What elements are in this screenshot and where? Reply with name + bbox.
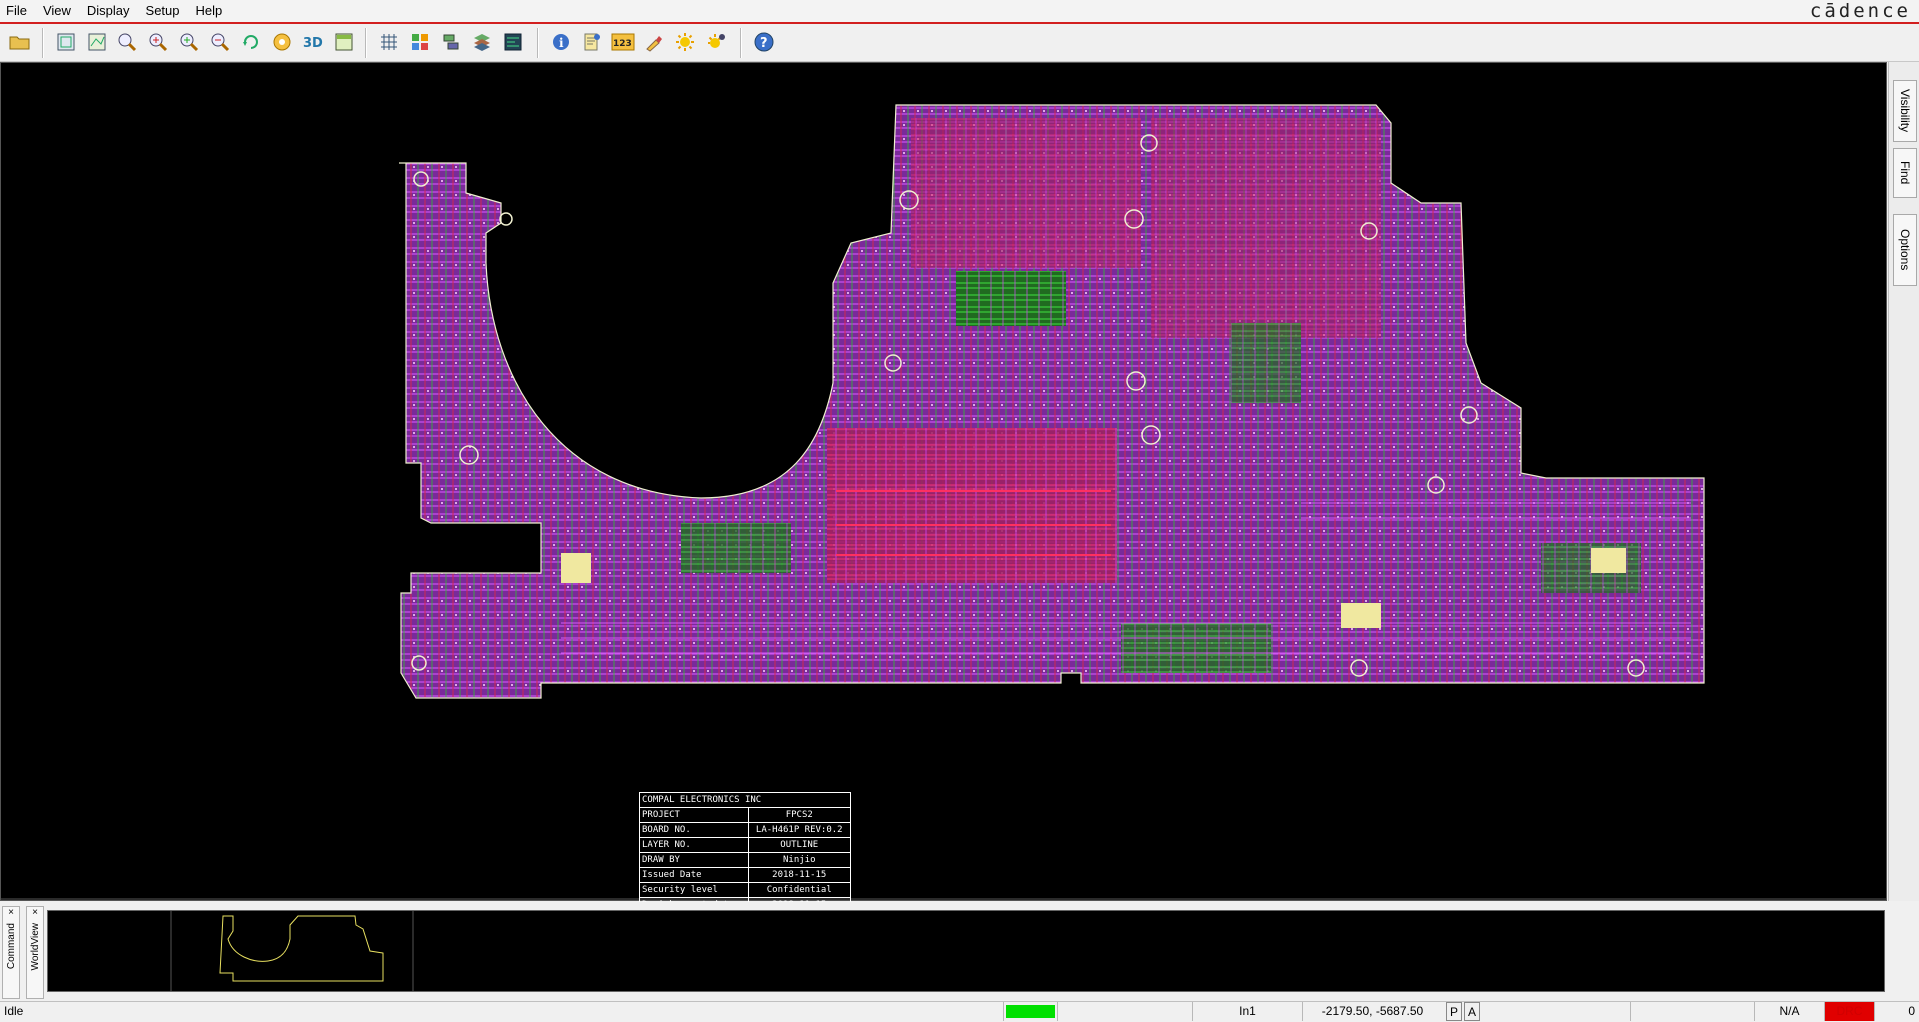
zoom-in-icon[interactable]	[146, 30, 170, 54]
report-icon[interactable]	[580, 30, 604, 54]
cpu-footprint	[956, 271, 1066, 326]
color-icon[interactable]	[408, 30, 432, 54]
board-icon[interactable]	[501, 30, 525, 54]
pcb-canvas[interactable]: COMPAL ELECTRONICS INC PROJECT FPCS2 BOAR…	[0, 62, 1887, 913]
title-value: OUTLINE	[747, 837, 852, 853]
status-layer: In1	[1192, 1002, 1302, 1021]
drawing-title-block: COMPAL ELECTRONICS INC PROJECT FPCS2 BOAR…	[639, 792, 852, 913]
drc-count: 0	[1874, 1002, 1919, 1021]
close-icon[interactable]: ×	[8, 907, 14, 919]
tab-find[interactable]: Find	[1893, 148, 1917, 198]
tab-options[interactable]: Options	[1893, 214, 1917, 286]
zoom-fit-icon[interactable]	[54, 30, 78, 54]
menu-display[interactable]: Display	[79, 0, 138, 22]
title-label: BOARD NO.	[639, 822, 749, 838]
command-label: Command	[5, 923, 17, 970]
title-value: Confidential	[747, 882, 852, 898]
title-label: LAYER NO.	[639, 837, 749, 853]
cadence-logo: cādence	[1809, 0, 1911, 22]
zoom-center-icon[interactable]	[270, 30, 294, 54]
worldview-label: WorldView	[29, 923, 41, 971]
grid-icon[interactable]	[377, 30, 401, 54]
zoom-points-icon[interactable]	[177, 30, 201, 54]
menu-setup[interactable]: Setup	[138, 0, 188, 22]
title-value: LA-H461P REV:0.2	[747, 822, 852, 838]
title-value: FPCS2	[747, 807, 852, 823]
pick-button[interactable]: P	[1446, 1002, 1462, 1021]
ram-region	[827, 428, 1117, 583]
title-company: COMPAL ELECTRONICS INC	[639, 792, 851, 808]
title-label: Security level	[639, 882, 749, 898]
title-label: PROJECT	[639, 807, 749, 823]
status-bar: Idle In1 -2179.50, -5687.50 P A N/A DRC …	[0, 1001, 1919, 1021]
status-state: Idle	[4, 1004, 24, 1018]
dehighlight-icon[interactable]	[673, 30, 697, 54]
numbers-icon[interactable]: 123	[611, 30, 635, 54]
menu-view[interactable]: View	[35, 0, 79, 22]
title-label: Issued Date	[639, 867, 749, 883]
worldview-thumbnail	[170, 911, 414, 991]
command-dock-tab[interactable]: × Command	[2, 906, 20, 999]
layer-icon[interactable]	[439, 30, 463, 54]
stack-icon[interactable]	[470, 30, 494, 54]
title-label: DRAW BY	[639, 852, 749, 868]
title-value: Ninjio	[747, 852, 852, 868]
absolute-relative-button[interactable]: A	[1464, 1002, 1480, 1021]
svg-text:?: ?	[760, 36, 768, 51]
redraw-icon[interactable]	[239, 30, 263, 54]
status-coordinates: -2179.50, -5687.50	[1302, 1002, 1442, 1021]
side-panel-tabs: Visibility Find Options	[1888, 62, 1919, 901]
toolbar: 3D i 123 ?	[0, 24, 1919, 62]
status-na: N/A	[1754, 1002, 1824, 1021]
svg-text:i: i	[559, 36, 564, 50]
zoom-prev-icon[interactable]	[115, 30, 139, 54]
open-icon[interactable]	[8, 30, 32, 54]
progress-indicator	[1003, 1002, 1057, 1021]
highlight-icon[interactable]	[642, 30, 666, 54]
menu-bar: File View Display Setup Help cādence	[0, 0, 1919, 24]
worldview-board-outline	[219, 915, 384, 982]
drc-indicator[interactable]: DRC	[1824, 1002, 1874, 1021]
pcb-board-drawing	[1, 104, 1886, 900]
menu-help[interactable]: Help	[188, 0, 231, 22]
worldview-dock-tab[interactable]: × WorldView	[26, 906, 44, 999]
help-icon[interactable]: ?	[752, 30, 776, 54]
worldview-panel[interactable]	[47, 910, 1885, 992]
shadow-icon[interactable]	[704, 30, 728, 54]
bottom-dock: × Command × WorldView	[0, 902, 1919, 1001]
close-icon[interactable]: ×	[32, 907, 38, 919]
title-value: 2018-11-15	[747, 867, 852, 883]
zoom-world-icon[interactable]	[85, 30, 109, 54]
svg-text:3D: 3D	[303, 36, 323, 51]
svg-text:123: 123	[613, 39, 632, 49]
flip-icon[interactable]	[332, 30, 356, 54]
menu-file[interactable]: File	[0, 0, 35, 22]
view-3d-icon[interactable]: 3D	[301, 30, 325, 54]
info-icon[interactable]: i	[549, 30, 573, 54]
zoom-out-icon[interactable]	[208, 30, 232, 54]
tab-visibility[interactable]: Visibility	[1893, 80, 1917, 142]
